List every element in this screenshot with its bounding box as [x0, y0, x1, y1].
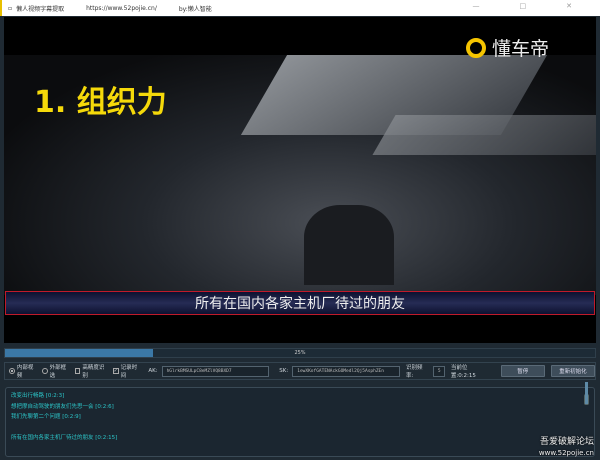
app-icon: ▫: [8, 4, 13, 12]
maximize-button[interactable]: □: [520, 2, 527, 10]
window-author: by:懒人智能: [178, 5, 212, 13]
reinit-button[interactable]: 重新初始化: [550, 365, 595, 377]
ak-input[interactable]: hGlrkBMSULpC8eMZlVQ8BXD7: [161, 365, 270, 377]
close-button[interactable]: ✕: [566, 2, 572, 10]
video-headline: 1. 组织力: [34, 85, 167, 120]
external-select-radio[interactable]: 外部框选: [41, 363, 71, 379]
video-preview: 懂车帝 1. 组织力 所有在国内各家主机厂待过的朋友: [4, 17, 596, 343]
sk-label: SK:: [279, 368, 289, 374]
progress-label: 25%: [294, 350, 306, 356]
brand-logo: 懂车帝: [466, 34, 549, 61]
freq-input[interactable]: 5: [432, 365, 445, 377]
subtitle-log[interactable]: 改变出行畅路 [0:2:3] 想把摩自动驾驶的朋友们先思一会 [0:2:6] 我…: [5, 381, 595, 457]
title-bar: ▫ 懒人视频字幕提取 https://www.52pojie.cn/ by:懒人…: [0, 0, 600, 16]
progress-bar: 25%: [4, 348, 596, 358]
window-title: 懒人视频字幕提取: [16, 5, 65, 13]
ak-label: AK:: [148, 368, 158, 374]
position-label: 当前位置:0:2:15: [450, 365, 476, 379]
pause-button[interactable]: 暂停: [500, 365, 545, 377]
log-line: 改变出行畅路 [0:2:3]: [11, 393, 65, 399]
subtitle-text: 所有在国内各家主机厂待过的朋友: [195, 296, 405, 312]
log-line: 所有在国内各家主机厂待过的朋友 [0:2:15]: [11, 435, 118, 441]
hd-recognition-checkbox[interactable]: 高精度识别: [74, 363, 109, 379]
scrollbar-thumb[interactable]: [585, 381, 588, 404]
watermark: 吾爱破解论坛 www.52pojie.cn: [538, 437, 594, 457]
controls-bar: 内部视频 外部框选 高精度识别 ✓ 记录时间 AK: hGlrkBMSULpC8e…: [4, 362, 596, 380]
log-line: 我们先聊第二个问题 [0:2:9]: [11, 414, 81, 420]
minimize-button[interactable]: —: [473, 2, 480, 10]
window-url: https://www.52pojie.cn/: [86, 4, 157, 12]
logo-icon: [466, 37, 486, 58]
internal-video-radio[interactable]: 内部视频: [9, 363, 38, 379]
sk-input[interactable]: 1ewXKofGATENAckGOMedl2Qj5AsphZEn: [292, 365, 400, 377]
log-scrollbar[interactable]: [584, 381, 589, 405]
log-line: 想把摩自动驾驶的朋友们先思一会 [0:2:6]: [11, 403, 114, 410]
subtitle-region[interactable]: 所有在国内各家主机厂待过的朋友: [5, 291, 595, 315]
record-time-checkbox[interactable]: ✓ 记录时间: [112, 363, 142, 379]
freq-label: 识别频率:: [405, 365, 423, 379]
